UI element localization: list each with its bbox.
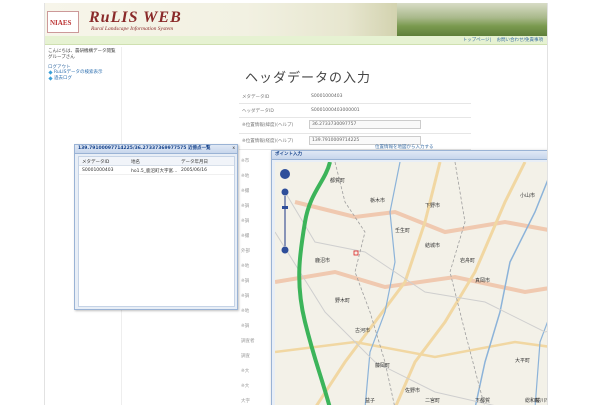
banner-landscape-image	[397, 3, 547, 36]
partial-field-label: ※調	[241, 279, 250, 284]
partial-field-label: ※地	[241, 264, 250, 269]
map-place-label: 藤岡町	[375, 362, 390, 369]
map-place-label: 栃木市	[370, 197, 385, 204]
form-row-header-id: ヘッダデータID S0001000403000001	[239, 104, 471, 118]
map-place-label: 結城市	[425, 242, 440, 249]
map-canvas[interactable]: 都賀町栃木市下野市 小山市壬生町結城市真岡市 鹿沼市野木町古河市藤岡町 岩舟町佐野市 大…	[275, 162, 548, 405]
map-place-label: 鹿沼市	[315, 257, 330, 264]
map-window-titlebar[interactable]: ポイント入力 x	[272, 151, 547, 160]
form-row-metadata-id: メタデータID S0001000403	[239, 90, 471, 104]
map-place-label: 下野市	[425, 202, 440, 209]
partial-field-label: ※撮	[241, 189, 250, 194]
sidebar-item-log[interactable]: 過去ログ	[45, 76, 119, 82]
nearby-points-window-titlebar[interactable]: 139.79100097714225/36.27337369977575 近傍点…	[75, 145, 237, 154]
map-place-label: 真岡市	[475, 277, 490, 284]
field-label: ※位置情報(経度)(ヘルプ)	[242, 139, 294, 144]
map-place-label: 下都賀	[475, 397, 490, 404]
latitude-input[interactable]: 36.2733730097757	[309, 120, 421, 129]
top-nav-bar: トップページ| お問い合わせ/免責事項	[45, 36, 547, 45]
niaes-logo: NIAES	[47, 11, 79, 33]
partial-field-label: ※大	[241, 384, 250, 389]
window-title: ポイント入力	[275, 152, 302, 157]
logo-text: NIAES	[50, 19, 72, 27]
diamond-bullet-icon	[48, 76, 53, 81]
partial-field-label: ※調	[241, 294, 250, 299]
map-place-label: 小山市	[520, 192, 535, 199]
partial-field-label: ※調	[241, 324, 250, 329]
sidebar: こんにちは、農研機構データ閲覧 グループさん ログアウト RuLISデータの検索…	[45, 49, 119, 82]
table-row[interactable]: S0001000403 ho1.5_鹿沼町大字富... 2005/06/16	[79, 166, 234, 175]
partial-field-label: 調査者	[241, 339, 255, 344]
map-place-label: 都賀町	[330, 177, 345, 184]
partial-field-label: ※調	[241, 204, 250, 209]
latitude-value: 36.2733730097757	[312, 122, 357, 127]
column-header-id[interactable]: メタデータID	[82, 159, 109, 165]
partial-field-label: ※地	[241, 174, 250, 179]
field-label: ※位置情報(緯度)(ヘルプ)	[242, 123, 294, 128]
zoom-out-icon[interactable]	[281, 246, 289, 254]
form-row-longitude: ※位置情報(経度)(ヘルプ) 139.7910009714225	[239, 134, 471, 150]
map-place-label: 古河市	[355, 327, 370, 334]
form-partial-labels: ※市※地※撮※調※調※撮外部※地※調※調※地※調調査者調査※大※大大字※大	[241, 158, 271, 405]
nearby-points-window: 139.79100097714225/36.27337369977575 近傍点…	[74, 144, 238, 310]
map-place-label: 佐野市	[405, 387, 420, 394]
point-input-map-window: ポイント入力 x 都賀町栃木市下野市小山市壬生町結城市真岡市鹿沼市野	[271, 150, 548, 405]
column-header-date[interactable]: データ年月日	[181, 159, 208, 165]
field-label: ヘッダデータID	[242, 109, 274, 114]
partial-field-label: ※大	[241, 369, 250, 374]
app-title: RuLIS WEB	[89, 9, 182, 26]
sidebar-item-label: RuLISデータの検索表示	[54, 70, 103, 75]
grid-header: メタデータID 地名 データ年月日	[79, 157, 234, 166]
field-value: S0001000403000001	[311, 108, 360, 113]
partial-field-label: 調査	[241, 354, 250, 359]
nearby-points-grid: メタデータID 地名 データ年月日 S0001000403 ho1.5_鹿沼町大…	[78, 156, 235, 307]
map-place-label: 岩舟町	[460, 257, 475, 264]
form-row-latitude: ※位置情報(緯度)(ヘルプ) 36.2733730097757	[239, 118, 471, 134]
row-date: 2005/06/16	[181, 168, 207, 173]
top-page-link[interactable]: トップページ	[463, 38, 490, 43]
field-label: メタデータID	[242, 95, 270, 100]
partial-field-label: ※市	[241, 159, 250, 164]
column-header-place[interactable]: 地名	[131, 159, 140, 165]
partial-field-label: ※撮	[241, 234, 250, 239]
page: NIAES RuLIS WEB Rural Landscape Informat…	[44, 3, 548, 405]
zoom-in-icon[interactable]	[281, 188, 289, 196]
map-place-label: 大平町	[515, 357, 530, 364]
diamond-bullet-icon	[48, 70, 53, 75]
pan-control-icon[interactable]	[280, 169, 290, 179]
row-id: S0001000403	[82, 168, 114, 173]
sidebar-item-label: 過去ログ	[54, 76, 72, 81]
window-title: 139.79100097714225/36.27337369977575 近傍点…	[78, 146, 211, 151]
contact-link[interactable]: お問い合わせ/免責事項	[496, 38, 543, 43]
header-banner: NIAES RuLIS WEB Rural Landscape Informat…	[45, 3, 547, 36]
map-place-label: 益子	[365, 397, 375, 404]
page-title: ヘッダデータの入力	[245, 71, 372, 86]
field-value: S0001000403	[311, 94, 343, 99]
zoom-level-marker[interactable]	[282, 206, 288, 209]
greeting-line-2: グループさん	[48, 55, 75, 60]
partial-field-label: ※地	[241, 309, 250, 314]
header-form: メタデータID S0001000403 ヘッダデータID S0001000403…	[239, 90, 471, 150]
partial-field-label: 大字	[241, 399, 250, 404]
partial-field-label: 外部	[241, 249, 250, 254]
longitude-value: 139.7910009714225	[312, 138, 360, 143]
partial-field-label: ※調	[241, 219, 250, 224]
close-icon[interactable]: x	[232, 145, 235, 153]
map-place-label: 壬生町	[395, 227, 410, 234]
map-place-label: 桜川市	[535, 397, 548, 404]
topographic-map[interactable]: 都賀町栃木市下野市 小山市壬生町結城市真岡市 鹿沼市野木町古河市藤岡町 岩舟町佐野市 大…	[275, 162, 548, 405]
map-place-label: 二宮町	[425, 397, 440, 404]
app-subtitle: Rural Landscape Information System	[91, 26, 174, 32]
row-place: ho1.5_鹿沼町大字富...	[131, 169, 178, 174]
map-place-label: 野木町	[335, 297, 350, 304]
map-zoom-control	[279, 168, 291, 260]
